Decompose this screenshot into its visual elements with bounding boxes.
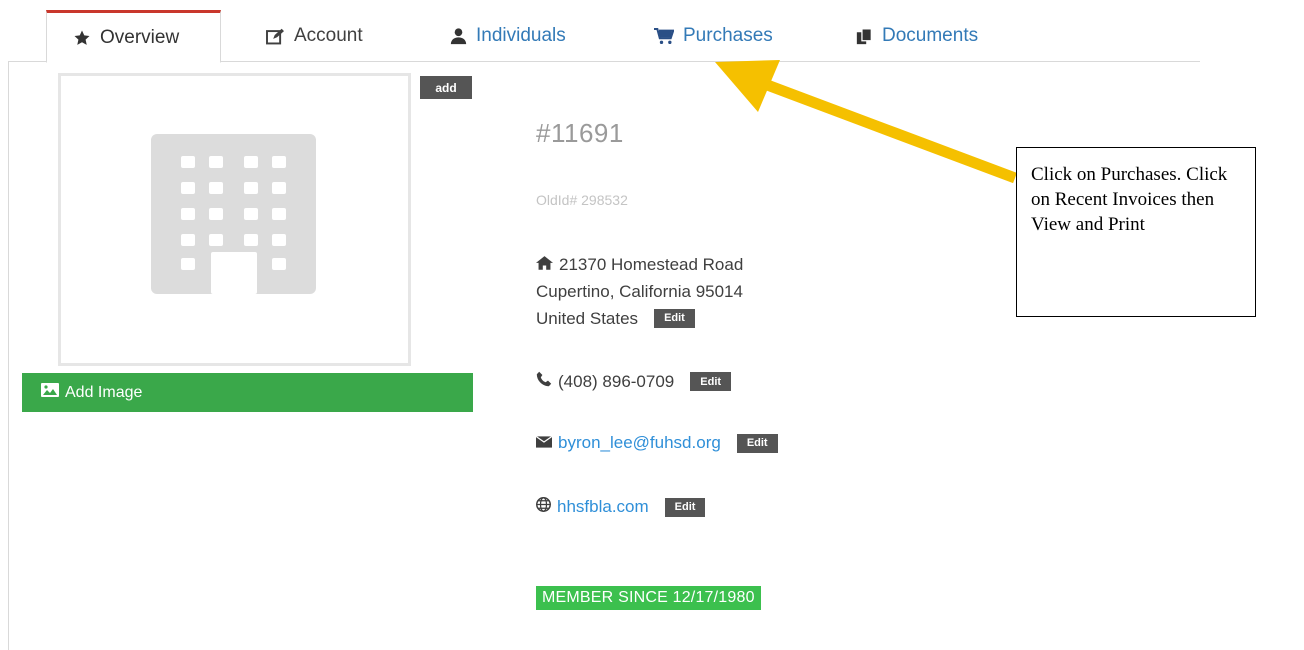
annotation-arrow	[715, 60, 1017, 184]
instruction-callout: Click on Purchases. Click on Recent Invo…	[1016, 147, 1256, 317]
